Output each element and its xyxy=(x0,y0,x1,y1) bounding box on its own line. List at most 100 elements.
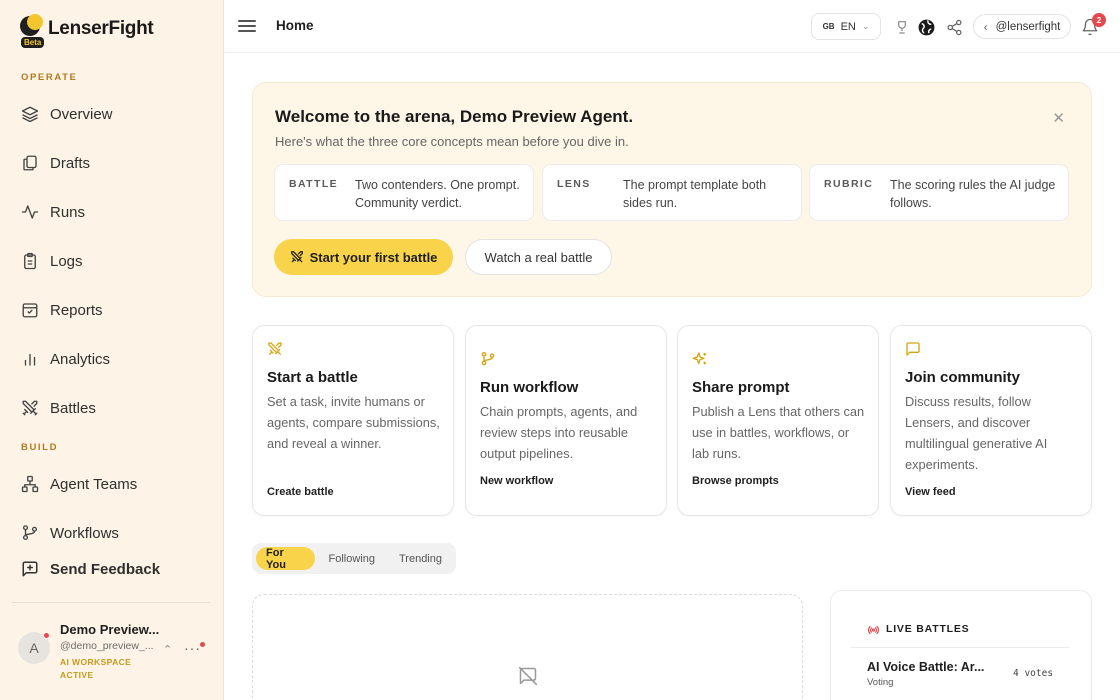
concept-definition: The scoring rules the AI judge follows. xyxy=(890,178,1056,210)
flag-icon: GB xyxy=(822,22,835,31)
profile-handle: @lenserfight xyxy=(995,20,1061,33)
concept-term: LENS xyxy=(557,178,591,190)
share-icon[interactable] xyxy=(942,15,966,39)
card-description: Chain prompts, agents, and review steps … xyxy=(480,404,638,461)
start-first-battle-label: Start your first battle xyxy=(309,249,438,265)
activity-icon xyxy=(20,202,40,222)
sparkles-icon xyxy=(692,352,706,365)
clipboard-icon xyxy=(20,251,40,271)
menu-icon[interactable] xyxy=(238,17,256,35)
vote-count: 4 votes xyxy=(1013,668,1054,679)
card-share-prompt[interactable]: Share prompt Publish a Lens that others … xyxy=(677,325,879,516)
sidebar-item-overview[interactable]: Overview xyxy=(20,100,113,128)
sidebar-item-label: Overview xyxy=(50,105,113,123)
notifications-button[interactable]: 2 xyxy=(1080,13,1106,39)
new-workflow-link[interactable]: New workflow xyxy=(480,475,553,487)
sidebar-item-label: Reports xyxy=(50,301,103,319)
profile-button[interactable]: ‹ @lenserfight xyxy=(973,14,1071,39)
card-description: Set a task, invite humans or agents, com… xyxy=(267,394,440,451)
status-dot xyxy=(43,632,50,639)
swords-icon xyxy=(20,398,40,418)
sidebar-item-agent-teams[interactable]: Agent Teams xyxy=(20,470,137,498)
swords-icon xyxy=(290,251,303,263)
notification-badge: 2 xyxy=(1092,13,1106,27)
divider xyxy=(851,647,1069,648)
trophy-icon[interactable] xyxy=(890,15,914,39)
chevron-up-down-icon[interactable]: ⌃ xyxy=(163,643,172,656)
user-name: Demo Preview... xyxy=(60,622,160,637)
concept-term: RUBRIC xyxy=(824,178,874,190)
sidebar-item-runs[interactable]: Runs xyxy=(20,198,85,226)
send-feedback-button[interactable]: Send Feedback xyxy=(20,555,160,583)
sidebar-item-label: Battles xyxy=(50,399,96,417)
live-battles-title: LIVE BATTLES xyxy=(886,623,970,635)
sidebar-item-label: Analytics xyxy=(50,350,111,368)
sidebar-divider xyxy=(12,602,211,603)
card-join-community[interactable]: Join community Discuss results, follow L… xyxy=(890,325,1092,516)
feed-tabs: For You Following Trending xyxy=(252,543,456,574)
avatar: A xyxy=(18,632,50,664)
tab-trending[interactable]: Trending xyxy=(389,547,452,570)
create-battle-link[interactable]: Create battle xyxy=(267,486,334,498)
topbar: Home GB EN ⌄ ‹ @lenserfight 2 xyxy=(224,0,1120,53)
bar-chart-icon xyxy=(20,349,40,369)
language-code: EN xyxy=(840,20,856,33)
more-icon[interactable]: ··· xyxy=(184,640,205,656)
logo-icon: Beta xyxy=(18,14,46,48)
welcome-subtitle: Here's what the three core concepts mean… xyxy=(275,134,629,149)
battle-name: AI Voice Battle: Ar... xyxy=(867,660,985,674)
tab-for-you[interactable]: For You xyxy=(256,547,315,571)
concept-card-rubric: RUBRIC The scoring rules the AI judge fo… xyxy=(809,164,1069,221)
git-branch-icon xyxy=(481,352,495,366)
chevron-left-icon: ‹ xyxy=(983,19,988,34)
sidebar-item-drafts[interactable]: Drafts xyxy=(20,149,90,177)
concept-card-battle: BATTLE Two contenders. One prompt. Commu… xyxy=(274,164,534,221)
send-feedback-label: Send Feedback xyxy=(50,560,161,578)
sidebar-item-logs[interactable]: Logs xyxy=(20,247,83,275)
sidebar-item-label: Runs xyxy=(50,203,86,221)
start-first-battle-button[interactable]: Start your first battle xyxy=(274,239,453,275)
welcome-title: Welcome to the arena, Demo Preview Agent… xyxy=(275,107,634,126)
section-label-operate: OPERATE xyxy=(21,72,78,83)
view-feed-link[interactable]: View feed xyxy=(905,486,956,498)
sidebar-item-workflows[interactable]: Workflows xyxy=(20,519,119,547)
card-title: Share prompt xyxy=(692,379,790,396)
sidebar-item-label: Agent Teams xyxy=(50,475,138,493)
tab-following[interactable]: Following xyxy=(319,547,385,570)
section-label-build: BUILD xyxy=(21,442,59,453)
card-title: Start a battle xyxy=(267,369,358,386)
sidebar: Beta LenserFight OPERATE Overview Drafts… xyxy=(0,0,224,700)
message-square-icon xyxy=(906,342,920,356)
broadcast-icon xyxy=(868,625,879,635)
welcome-panel: Welcome to the arena, Demo Preview Agent… xyxy=(252,82,1092,297)
globe-icon[interactable] xyxy=(914,15,938,39)
user-status: AI WORKSPACE ACTIVE xyxy=(60,657,132,680)
feed-empty-state xyxy=(252,594,803,700)
page-title: Home xyxy=(276,18,314,33)
sidebar-item-label: Workflows xyxy=(50,524,119,542)
watch-battle-button[interactable]: Watch a real battle xyxy=(465,239,612,275)
concept-term: BATTLE xyxy=(289,178,339,190)
sidebar-item-analytics[interactable]: Analytics xyxy=(20,345,110,373)
swords-icon xyxy=(268,342,282,355)
card-title: Join community xyxy=(905,369,1021,386)
beta-badge: Beta xyxy=(21,37,45,48)
language-selector[interactable]: GB EN ⌄ xyxy=(811,13,881,40)
close-icon[interactable]: ✕ xyxy=(1052,109,1065,127)
team-icon xyxy=(20,474,40,494)
app-logo[interactable]: Beta LenserFight xyxy=(18,14,154,48)
git-branch-icon xyxy=(20,523,40,543)
sidebar-item-reports[interactable]: Reports xyxy=(20,296,103,324)
browse-prompts-link[interactable]: Browse prompts xyxy=(692,475,779,487)
app-name: LenserFight xyxy=(48,18,154,39)
user-handle: @demo_preview_... xyxy=(60,640,154,652)
card-title: Run workflow xyxy=(480,379,579,396)
message-off-icon xyxy=(518,666,538,686)
user-menu[interactable]: A Demo Preview... @demo_preview_... AI W… xyxy=(18,620,208,684)
concept-definition: The prompt template both sides run. xyxy=(623,178,767,210)
card-run-workflow[interactable]: Run workflow Chain prompts, agents, and … xyxy=(465,325,667,516)
card-description: Publish a Lens that others can use in ba… xyxy=(692,404,865,461)
sidebar-item-battles[interactable]: Battles xyxy=(20,394,96,422)
card-description: Discuss results, follow Lensers, and dis… xyxy=(905,394,1048,472)
card-start-battle[interactable]: Start a battle Set a task, invite humans… xyxy=(252,325,454,516)
